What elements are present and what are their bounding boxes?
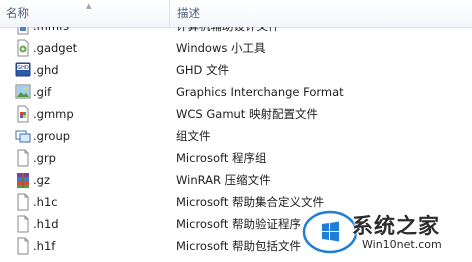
file-description: 计算机辅助设计文件 [176,27,280,37]
description-column-header[interactable]: 描述 [171,0,472,27]
file-description: WinRAR 压缩文件 [176,173,271,187]
file-extension: .h1c [33,195,58,209]
file-extension: .h1f [33,239,56,253]
file-extension: .group [33,129,71,143]
name-column-label: 名称 [6,6,29,20]
file-description: Windows 小工具 [176,41,266,55]
generic-file-icon [15,27,31,35]
gmmp-icon [15,105,31,123]
list-item[interactable]: .group 组文件 [0,125,472,147]
file-extension: .gadget [33,41,78,55]
file-description: 组文件 [176,129,211,143]
file-extension: .gz [33,173,50,187]
column-header: 名称 ▲ 描述 [0,0,472,28]
blank-file-icon [15,193,31,211]
group-icon [15,127,31,145]
blank-file-icon [15,215,31,233]
file-extension: .mmfs [33,27,69,37]
file-description: Graphics Interchange Format [176,85,344,99]
file-description: Microsoft 帮助包括文件 [176,239,301,253]
gif-image-icon [15,83,31,101]
site-watermark: 系统之家 Win10net.com [300,196,472,262]
list-item[interactable]: .mmfs 计算机辅助设计文件 [0,27,472,37]
file-description: Microsoft 程序组 [176,151,267,165]
list-item[interactable]: .gif Graphics Interchange Format [0,81,472,103]
list-item[interactable]: .gz WinRAR 压缩文件 [0,169,472,191]
file-description: GHD 文件 [176,63,230,77]
watermark-title: 系统之家 [352,214,440,238]
name-column-header[interactable]: 名称 ▲ [0,0,170,27]
file-extension: .gmmp [33,107,74,121]
watermark-url: Win10net.com [362,238,442,251]
list-item[interactable]: .gadget Windows 小工具 [0,37,472,59]
file-description: Microsoft 帮助验证程序 [176,217,301,231]
list-item[interactable]: .gmmp WCS Gamut 映射配置文件 [0,103,472,125]
description-column-label: 描述 [177,6,200,20]
file-extension: .gif [33,85,52,99]
file-extension: .h1d [33,217,59,231]
list-item[interactable]: .grp Microsoft 程序组 [0,147,472,169]
file-extension: .ghd [33,63,59,77]
sort-ascending-icon: ▲ [86,2,92,10]
file-description: WCS Gamut 映射配置文件 [176,107,318,121]
win10-logo-icon [301,209,359,255]
ghd-icon: GHD [15,61,31,79]
file-extension: .grp [33,151,56,165]
gadget-icon [15,39,31,57]
winrar-archive-icon [15,171,31,189]
blank-file-icon [15,149,31,167]
svg-text:GHD: GHD [17,65,29,71]
list-item[interactable]: GHD .ghd GHD 文件 [0,59,472,81]
blank-file-icon [15,237,31,255]
